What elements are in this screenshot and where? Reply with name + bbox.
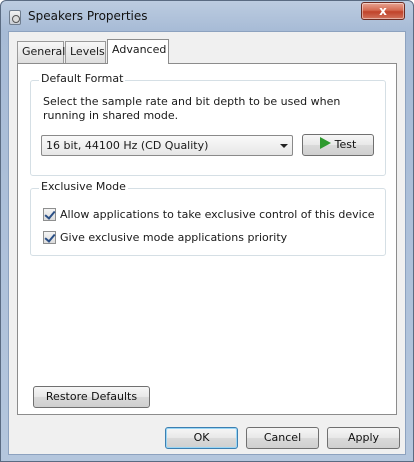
speaker-icon [9, 10, 21, 25]
default-format-group: Default Format Select the sample rate an… [30, 72, 386, 176]
exclusive-mode-heading: Exclusive Mode [39, 180, 128, 193]
sample-format-value: 16 bit, 44100 Hz (CD Quality) [46, 139, 209, 152]
sample-format-dropdown[interactable]: 16 bit, 44100 Hz (CD Quality) [41, 135, 293, 156]
advanced-tab-panel: Default Format Select the sample rate an… [17, 63, 397, 415]
play-icon [319, 137, 331, 149]
exclusive-mode-group: Exclusive Mode Allow applications to tak… [30, 180, 386, 256]
exclusive-priority-checkbox[interactable] [43, 231, 56, 244]
tab-levels[interactable]: Levels [65, 41, 106, 63]
apply-button[interactable]: Apply [327, 427, 400, 449]
chevron-down-icon [280, 144, 288, 148]
default-format-heading: Default Format [39, 72, 126, 85]
close-button[interactable]: x [361, 2, 405, 20]
exclusive-priority-label: Give exclusive mode applications priorit… [60, 231, 288, 244]
ok-button[interactable]: OK [165, 427, 238, 449]
properties-window: Speakers Properties x General Levels Adv… [0, 0, 414, 462]
dialog-body: General Levels Advanced Default Format S… [8, 31, 406, 455]
tab-general[interactable]: General [17, 41, 65, 63]
default-format-description: Select the sample rate and bit depth to … [43, 95, 341, 122]
exclusive-control-checkbox[interactable] [43, 208, 56, 221]
title-bar[interactable]: Speakers Properties x [1, 1, 413, 31]
window-title: Speakers Properties [28, 9, 148, 23]
close-icon: x [379, 4, 387, 18]
exclusive-control-label: Allow applications to take exclusive con… [60, 208, 375, 221]
tab-advanced[interactable]: Advanced [107, 39, 169, 64]
test-button[interactable]: Test [302, 134, 374, 156]
cancel-button[interactable]: Cancel [246, 427, 319, 449]
test-button-label: Test [334, 138, 357, 151]
restore-defaults-button[interactable]: Restore Defaults [33, 386, 150, 408]
